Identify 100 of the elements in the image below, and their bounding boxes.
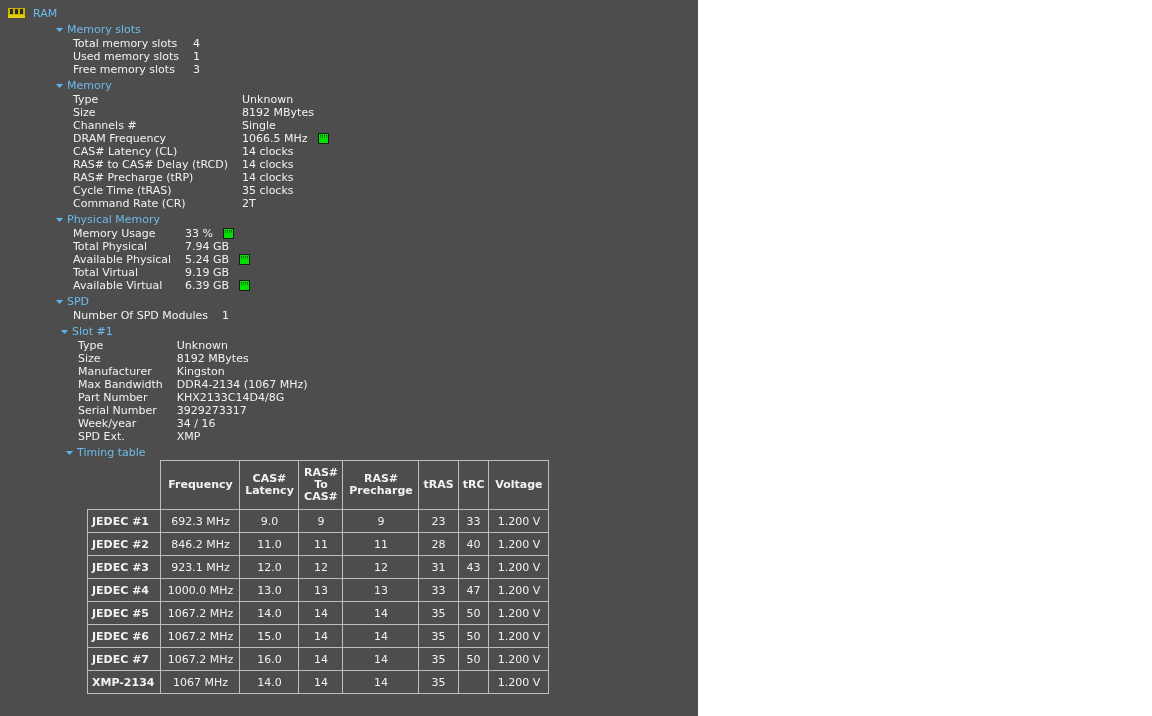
property-label: Part Number xyxy=(78,391,149,404)
table-cell: 35 xyxy=(419,647,459,671)
property-value: Single xyxy=(242,119,276,132)
table-cell: 1.200 V xyxy=(488,647,549,671)
property-label: Total Physical xyxy=(73,240,148,253)
section-title[interactable]: Memory xyxy=(67,79,112,92)
table-cell: 9 xyxy=(299,509,343,533)
table-cell: 31 xyxy=(419,555,459,579)
table-cell: 923.1 MHz xyxy=(161,555,240,579)
property-value: 35 clocks xyxy=(242,184,294,197)
table-cell: 11.0 xyxy=(240,532,299,556)
row-header: JEDEC #6 xyxy=(87,624,161,648)
table-cell: 50 xyxy=(458,647,489,671)
table-cell: 1.200 V xyxy=(488,509,549,533)
column-header: Voltage xyxy=(488,460,549,510)
property-value: 34 / 16 xyxy=(176,417,216,430)
property-value: XMP xyxy=(176,430,201,443)
table-cell: 35 xyxy=(419,624,459,648)
property-value: 7.94 GB xyxy=(185,240,230,253)
property-value: 4 xyxy=(193,37,201,50)
property-value: 5.24 GB xyxy=(185,253,230,266)
property-value: 3 xyxy=(193,63,201,76)
table-cell: 12.0 xyxy=(240,555,299,579)
expanded-caret-icon[interactable] xyxy=(66,449,73,456)
table-cell: 12 xyxy=(299,555,343,579)
table-cell: 1.200 V xyxy=(488,532,549,556)
section-title[interactable]: Timing table xyxy=(77,446,146,459)
column-header: Frequency xyxy=(161,460,240,510)
memory-module-icon xyxy=(8,8,25,18)
property-label: Total Virtual xyxy=(73,266,140,279)
row-header: JEDEC #5 xyxy=(87,601,161,625)
table-cell: 14 xyxy=(343,624,419,648)
expanded-caret-icon[interactable] xyxy=(56,298,63,305)
table-cell: 13.0 xyxy=(240,578,299,602)
section-title[interactable]: Memory slots xyxy=(67,23,141,36)
property-value: Kingston xyxy=(176,365,225,378)
property-label: Type xyxy=(73,93,100,106)
table-cell: 1.200 V xyxy=(488,578,549,602)
table-cell: 50 xyxy=(458,624,489,648)
table-cell: 28 xyxy=(419,532,459,556)
expanded-caret-icon[interactable] xyxy=(56,216,63,223)
expanded-caret-icon[interactable] xyxy=(56,82,63,89)
property-value: 33 % xyxy=(185,227,213,240)
table-cell: 47 xyxy=(458,578,489,602)
column-header: tRAS xyxy=(419,460,459,510)
table-cell: 14 xyxy=(299,670,343,694)
property-value: 1 xyxy=(193,50,201,63)
table-cell: 15.0 xyxy=(240,624,299,648)
table-cell: 692.3 MHz xyxy=(161,509,240,533)
column-header: RAS# To CAS# xyxy=(299,460,343,510)
table-cell: 1.200 V xyxy=(488,601,549,625)
section-title[interactable]: SPD xyxy=(67,295,90,308)
property-label: Channels # xyxy=(73,119,138,132)
table-cell: 14 xyxy=(299,624,343,648)
table-cell: 1067.2 MHz xyxy=(161,647,240,671)
property-value: 2T xyxy=(242,197,256,210)
section-title[interactable]: Physical Memory xyxy=(67,213,160,226)
property-value: 3929273317 xyxy=(176,404,247,417)
property-label: Total memory slots xyxy=(73,37,179,50)
property-value: Unknown xyxy=(176,339,228,352)
property-label: DRAM Frequency xyxy=(73,132,167,145)
column-header: RAS# Precharge xyxy=(343,460,419,510)
property-value: 1 xyxy=(222,309,230,322)
table-cell: 14 xyxy=(343,601,419,625)
property-value: 8192 MBytes xyxy=(176,352,249,365)
table-cell: 14 xyxy=(299,601,343,625)
property-label: Used memory slots xyxy=(73,50,180,63)
property-value: 6.39 GB xyxy=(185,279,230,292)
table-cell: 33 xyxy=(458,509,489,533)
table-cell: 1000.0 MHz xyxy=(161,578,240,602)
property-value: 9.19 GB xyxy=(185,266,230,279)
table-cell: 14.0 xyxy=(240,601,299,625)
table-cell: 1067.2 MHz xyxy=(161,601,240,625)
graph-icon[interactable] xyxy=(317,133,329,144)
graph-icon[interactable] xyxy=(223,228,234,239)
graph-icon[interactable] xyxy=(239,280,251,291)
table-cell: 1067.2 MHz xyxy=(161,624,240,648)
expanded-caret-icon[interactable] xyxy=(56,26,63,33)
property-value: 8192 MBytes xyxy=(242,106,314,119)
table-cell: 9 xyxy=(343,509,419,533)
row-header: JEDEC #3 xyxy=(87,555,161,579)
property-value: 14 clocks xyxy=(242,158,294,171)
property-label: Command Rate (CR) xyxy=(73,197,187,210)
table-cell: 50 xyxy=(458,601,489,625)
tree-root-title[interactable]: RAM xyxy=(33,6,58,20)
property-label: Available Physical xyxy=(73,253,172,266)
property-label: RAS# Precharge (tRP) xyxy=(73,171,195,184)
table-cell: 23 xyxy=(419,509,459,533)
property-label: Size xyxy=(78,352,102,365)
table-cell: 35 xyxy=(419,670,459,694)
section-title[interactable]: Slot #1 xyxy=(72,325,113,338)
property-label: Free memory slots xyxy=(73,63,176,76)
graph-icon[interactable] xyxy=(239,254,251,265)
table-cell: 33 xyxy=(419,578,459,602)
row-header: JEDEC #2 xyxy=(87,532,161,556)
column-header: tRC xyxy=(458,460,489,510)
row-header: JEDEC #4 xyxy=(87,578,161,602)
expanded-caret-icon[interactable] xyxy=(61,328,68,335)
table-cell: 14 xyxy=(343,670,419,694)
property-label: Serial Number xyxy=(78,404,158,417)
